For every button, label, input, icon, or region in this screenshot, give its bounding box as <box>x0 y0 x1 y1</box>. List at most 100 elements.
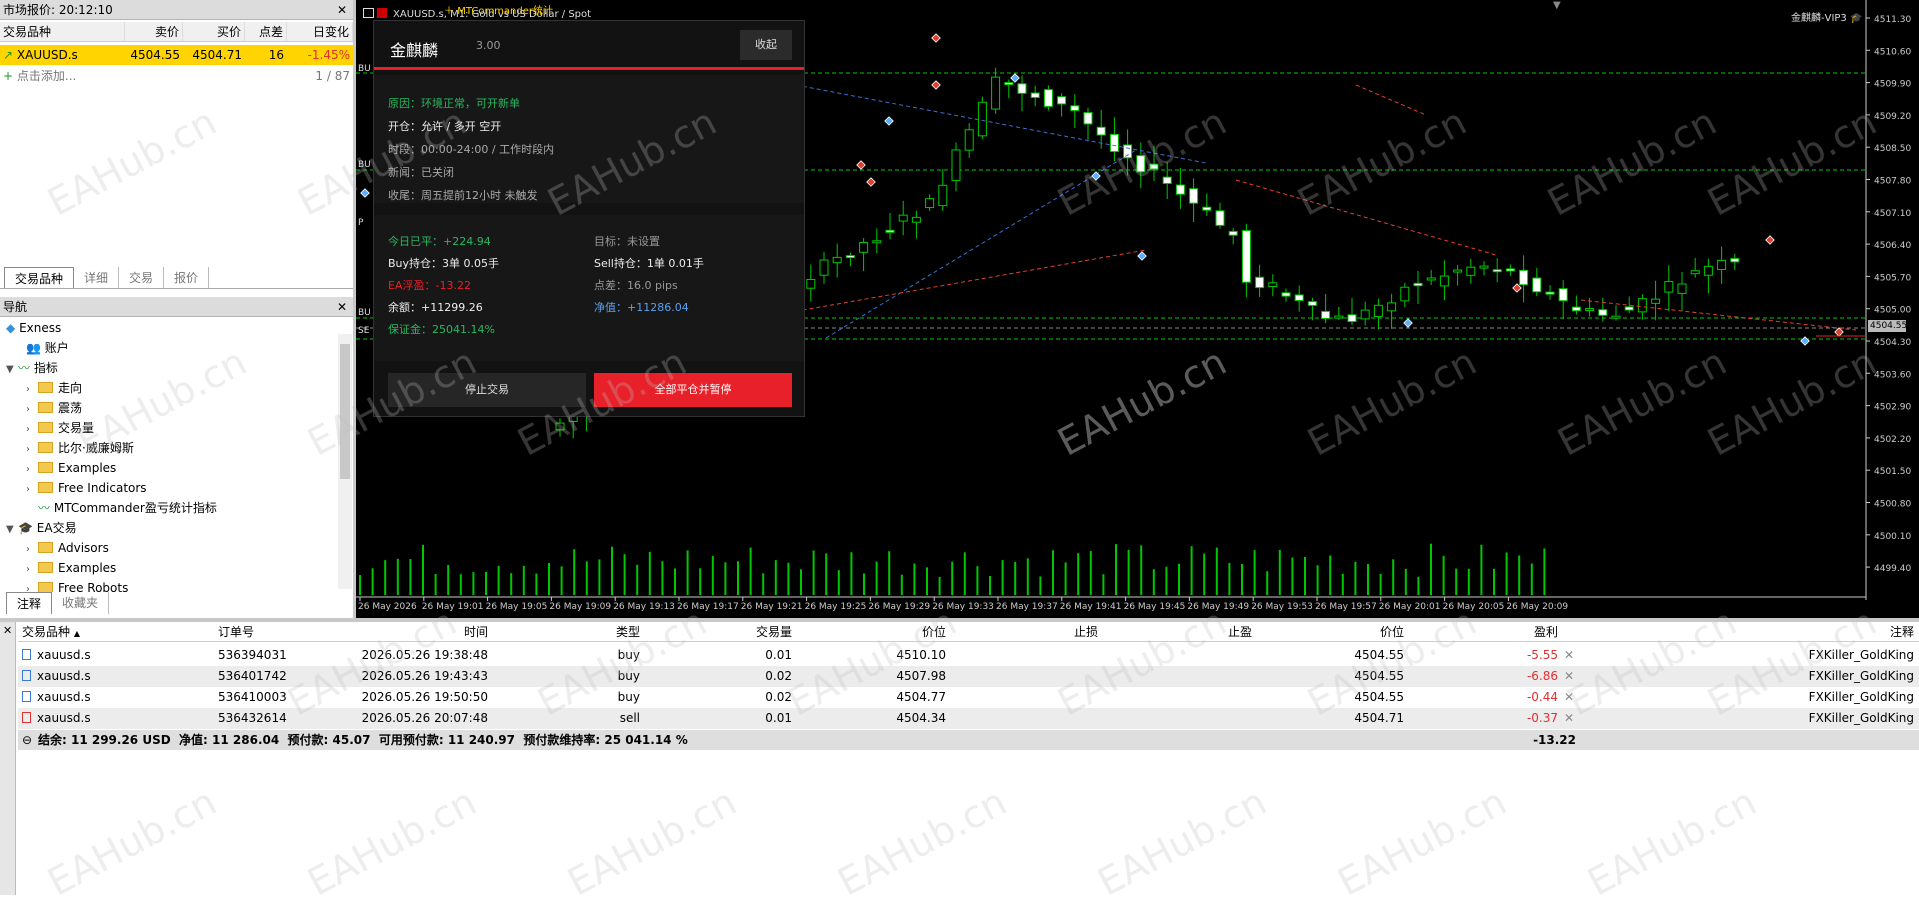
col-volume[interactable]: 交易量 <box>648 622 792 642</box>
nav-folder-williams[interactable]: › 比尔·威廉姆斯 <box>26 438 134 458</box>
ea-float-row: EA浮盈：-13.22 <box>388 279 471 292</box>
close-icon[interactable]: ✕ <box>337 0 347 20</box>
candle-body <box>1492 269 1502 273</box>
tab-details[interactable]: 详细 <box>74 267 120 289</box>
candle-body <box>1598 309 1608 316</box>
candle-body <box>1360 309 1370 320</box>
sort-up-icon: ▲ <box>73 629 80 638</box>
close-all-button[interactable]: 全部平仓并暂停 <box>594 373 792 407</box>
cell-comment: FXKiller_GoldKing <box>1808 690 1914 704</box>
trade-link <box>1355 84 1427 116</box>
col-spread[interactable]: 点差 <box>245 22 287 41</box>
col-tp[interactable]: 止盈 <box>1108 622 1252 642</box>
close-position-icon[interactable]: ✕ <box>1564 687 1576 707</box>
tab-trading[interactable]: 交易 <box>119 267 165 289</box>
cell-type: buy <box>617 648 640 662</box>
trade-summary-row: ⊖ 结余: 11 299.26 USD 净值: 11 286.04 预付款: 4… <box>18 730 1919 750</box>
chevron-right-icon[interactable]: › <box>26 460 38 480</box>
nav-folder-free-robots[interactable]: › Free Robots <box>26 578 128 592</box>
table-row[interactable]: xauusd.s 536410003 2026.05.26 19:50:50 buy 0… <box>18 687 1919 708</box>
col-ask[interactable]: 买价 <box>183 22 245 41</box>
table-row[interactable]: xauusd.s 536401742 2026.05.26 19:43:43 buy 0… <box>18 666 1919 687</box>
close-position-icon[interactable]: ✕ <box>1564 645 1576 665</box>
candle-body <box>1439 275 1449 287</box>
col-price[interactable]: 价位 <box>802 622 946 642</box>
candle-body <box>1281 292 1291 297</box>
time-tick-label: 26 May 20:05 <box>1443 602 1505 612</box>
chevron-right-icon[interactable]: › <box>26 420 38 440</box>
col-type[interactable]: 类型 <box>496 622 640 642</box>
chart-menu-icon[interactable] <box>363 8 374 18</box>
col-change[interactable]: 日变化 <box>287 22 353 41</box>
nav-folder-trend[interactable]: › 走向 <box>26 378 82 398</box>
folder-icon <box>38 462 53 473</box>
stop-trading-button[interactable]: 停止交易 <box>388 373 586 407</box>
nav-folder-free-indicators[interactable]: › Free Indicators <box>26 478 147 498</box>
chevron-down-icon[interactable]: ▼ <box>6 520 18 540</box>
col-current-price[interactable]: 价位 <box>1260 622 1404 642</box>
trade-marker <box>884 116 894 126</box>
buy-position-row: Buy持仓：3单 0.05手 <box>388 257 500 270</box>
nav-indicators[interactable]: ▼ 〰 指标 <box>6 358 58 378</box>
close-icon[interactable]: ✕ <box>3 624 12 637</box>
nav-indicator-mtcommander[interactable]: 〰 MTCommander盈亏统计指标 <box>38 498 217 518</box>
chevron-right-icon[interactable]: › <box>26 400 38 420</box>
close-position-icon[interactable]: ✕ <box>1564 666 1576 686</box>
trade-marker <box>931 33 941 43</box>
candle-body <box>1585 307 1595 311</box>
cell-ticket: 536410003 <box>218 690 287 704</box>
tab-favorites[interactable]: 收藏夹 <box>52 592 110 614</box>
table-row[interactable]: xauusd.s 536432614 2026.05.26 20:07:48 sell… <box>18 708 1919 729</box>
chevron-down-icon[interactable]: ▼ <box>6 360 18 380</box>
col-bid[interactable]: 卖价 <box>125 22 183 41</box>
scroll-thumb[interactable] <box>340 344 350 479</box>
navigator-scrollbar[interactable] <box>338 334 352 589</box>
chevron-right-icon[interactable]: › <box>26 440 38 460</box>
tab-common[interactable]: 注释 <box>6 592 53 614</box>
spread-row: 点差：16.0 pips <box>594 279 678 292</box>
nav-accounts[interactable]: 👥 账户 <box>26 338 69 358</box>
accent-bar <box>374 67 804 70</box>
candle-body <box>1004 82 1014 86</box>
add-symbol-row[interactable]: + 点击添加... 1 / 87 <box>0 66 353 86</box>
nav-folder-examples[interactable]: › Examples <box>26 458 116 478</box>
watermark-text: EAHub.cn <box>1330 779 1514 905</box>
chevron-right-icon[interactable]: › <box>26 380 38 400</box>
col-symbol[interactable]: 交易品种 ▲ <box>22 622 162 642</box>
close-position-icon[interactable]: ✕ <box>1564 708 1576 728</box>
col-comment[interactable]: 注释 <box>1718 622 1914 642</box>
price-tick-label: 4502.20 <box>1874 435 1911 445</box>
chevron-right-icon[interactable]: › <box>26 580 38 592</box>
close-icon[interactable]: ✕ <box>337 297 347 317</box>
table-row[interactable]: xauusd.s 536394031 2026.05.26 19:38:48 buy 0… <box>18 645 1919 666</box>
tab-ticks[interactable]: 报价 <box>164 267 210 289</box>
chevron-right-icon[interactable]: › <box>26 540 38 560</box>
time-tick-label: 26 May 19:13 <box>613 602 675 612</box>
col-time[interactable]: 时间 <box>358 622 488 642</box>
candle-body <box>1123 144 1133 159</box>
candle-body <box>1189 188 1199 204</box>
market-watch-row[interactable]: ↗ XAUUSD.s 4504.55 4504.71 16 -1.45% <box>0 45 353 65</box>
col-ticket[interactable]: 订单号 <box>218 622 338 642</box>
nav-folder-volumes[interactable]: › 交易量 <box>26 418 94 438</box>
candle-body <box>1651 298 1661 304</box>
collapse-button[interactable]: 收起 <box>740 30 792 60</box>
price-tick-label: 4506.40 <box>1874 241 1911 251</box>
position-cell: xauusd.s <box>22 687 162 707</box>
candle-body <box>951 149 961 182</box>
nav-experts[interactable]: ▼ 🎓 EA交易 <box>6 518 77 538</box>
chevron-right-icon[interactable]: › <box>26 480 38 500</box>
tab-symbols[interactable]: 交易品种 <box>4 267 75 289</box>
nav-folder-advisors[interactable]: › Advisors <box>26 538 109 558</box>
chevron-right-icon[interactable]: › <box>26 560 38 580</box>
candle-body <box>555 422 565 431</box>
nav-folder-oscillators[interactable]: › 震荡 <box>26 398 82 418</box>
nav-broker[interactable]: ◆ Exness <box>6 318 61 338</box>
trend-up-icon: ↗ <box>3 48 14 62</box>
collapse-icon[interactable]: ⊖ <box>22 730 32 750</box>
col-sl[interactable]: 止损 <box>954 622 1098 642</box>
nav-folder-ea-examples[interactable]: › Examples <box>26 558 116 578</box>
candle-body <box>1334 315 1344 319</box>
col-symbol[interactable]: 交易品种 <box>0 22 125 41</box>
col-profit[interactable]: 盈利 <box>1414 622 1558 642</box>
